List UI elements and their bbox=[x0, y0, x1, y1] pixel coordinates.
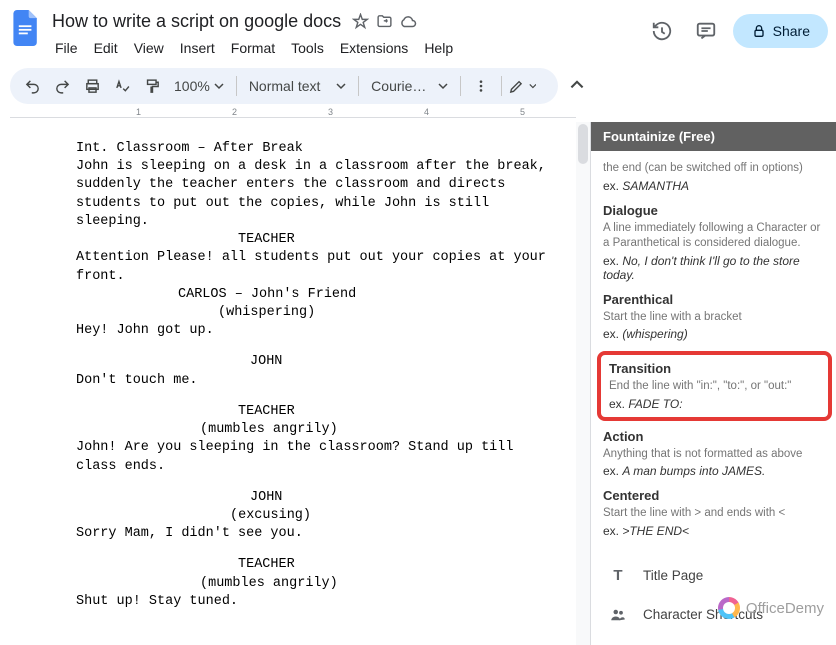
parenthetical-text: (mumbles angrily) bbox=[20, 575, 550, 593]
panel-item-focus-music[interactable]: Focus Music bbox=[603, 635, 836, 645]
title-page-icon: T bbox=[607, 567, 629, 584]
dialogue-text: Attention Please! all students put out y… bbox=[20, 249, 550, 285]
lock-icon bbox=[751, 23, 767, 39]
character-name: TEACHER bbox=[20, 556, 550, 574]
menu-tools[interactable]: Tools bbox=[284, 36, 331, 60]
menu-format[interactable]: Format bbox=[224, 36, 282, 60]
dialogue-text: Shut up! Stay tuned. bbox=[20, 593, 550, 611]
more-tools-button[interactable] bbox=[467, 72, 495, 100]
font-select[interactable]: Courie… bbox=[365, 78, 454, 94]
scrollbar-thumb[interactable] bbox=[578, 124, 588, 164]
menu-file[interactable]: File bbox=[48, 36, 85, 60]
help-section-action: Action Anything that is not formatted as… bbox=[603, 429, 836, 479]
menu-view[interactable]: View bbox=[127, 36, 171, 60]
docs-logo[interactable] bbox=[8, 10, 44, 46]
parenthetical-text: (whispering) bbox=[20, 304, 550, 322]
watermark-logo-icon bbox=[718, 597, 740, 619]
redo-button[interactable] bbox=[48, 72, 76, 100]
paragraph-style-select[interactable]: Normal text bbox=[243, 78, 352, 94]
menu-insert[interactable]: Insert bbox=[173, 36, 222, 60]
watermark: OfficeDemy bbox=[718, 597, 824, 619]
toolbar: 100% Normal text Courie… bbox=[0, 65, 836, 107]
dialogue-text: Hey! John got up. bbox=[20, 322, 550, 340]
cloud-status-icon[interactable] bbox=[399, 13, 417, 31]
character-name: TEACHER bbox=[20, 231, 550, 249]
panel-title: Fountainize (Free) bbox=[591, 122, 836, 151]
spellcheck-button[interactable] bbox=[108, 72, 136, 100]
character-name: JOHN bbox=[20, 489, 550, 507]
chevron-down-icon bbox=[214, 81, 224, 91]
dialogue-text: Sorry Mam, I didn't see you. bbox=[20, 525, 550, 543]
chevron-down-icon bbox=[438, 81, 448, 91]
help-section-centered: Centered Start the line with > and ends … bbox=[603, 488, 836, 538]
help-section-parenthical: Parenthical Start the line with a bracke… bbox=[603, 292, 836, 342]
share-button[interactable]: Share bbox=[733, 14, 828, 48]
character-name: JOHN bbox=[20, 353, 550, 371]
scene-heading: Int. Classroom – After Break bbox=[20, 140, 550, 158]
help-section-dialogue: Dialogue A line immediately following a … bbox=[603, 203, 836, 282]
comments-icon[interactable] bbox=[689, 14, 723, 48]
action-text: John is sleeping on a desk in a classroo… bbox=[20, 158, 550, 231]
undo-button[interactable] bbox=[18, 72, 46, 100]
document-canvas[interactable]: Int. Classroom – After Break John is sle… bbox=[0, 122, 590, 645]
help-section-character-cont: the end (can be switched off in options)… bbox=[603, 161, 836, 193]
dialogue-text: Don't touch me. bbox=[20, 372, 550, 390]
editing-mode-button[interactable] bbox=[508, 72, 536, 100]
people-icon bbox=[607, 606, 629, 624]
parenthetical-text: (mumbles angrily) bbox=[20, 421, 550, 439]
star-icon[interactable] bbox=[351, 13, 369, 31]
parenthetical-text: (excusing) bbox=[20, 507, 550, 525]
ruler[interactable]: 1 2 3 4 5 bbox=[10, 107, 576, 122]
share-label: Share bbox=[773, 23, 810, 39]
panel-item-title-page[interactable]: T Title Page bbox=[603, 556, 836, 595]
doc-title[interactable]: How to write a script on google docs bbox=[48, 9, 345, 34]
fountainize-panel: Fountainize (Free) the end (can be switc… bbox=[590, 122, 836, 645]
dialogue-text: John! Are you sleeping in the classroom?… bbox=[20, 439, 550, 475]
paint-format-button[interactable] bbox=[138, 72, 166, 100]
history-icon[interactable] bbox=[645, 14, 679, 48]
vertical-scrollbar[interactable] bbox=[576, 122, 590, 645]
zoom-select[interactable]: 100% bbox=[168, 78, 230, 94]
print-button[interactable] bbox=[78, 72, 106, 100]
expand-toolbar-button[interactable] bbox=[562, 68, 592, 104]
character-name: CARLOS – John's Friend bbox=[20, 286, 550, 304]
move-folder-icon[interactable] bbox=[375, 13, 393, 31]
menu-help[interactable]: Help bbox=[417, 36, 460, 60]
chevron-down-icon bbox=[336, 81, 346, 91]
help-section-transition-highlighted: Transition End the line with "in:", "to:… bbox=[597, 351, 832, 421]
character-name: TEACHER bbox=[20, 403, 550, 421]
menu-edit[interactable]: Edit bbox=[87, 36, 125, 60]
menu-bar: File Edit View Insert Format Tools Exten… bbox=[48, 36, 645, 60]
menu-extensions[interactable]: Extensions bbox=[333, 36, 415, 60]
